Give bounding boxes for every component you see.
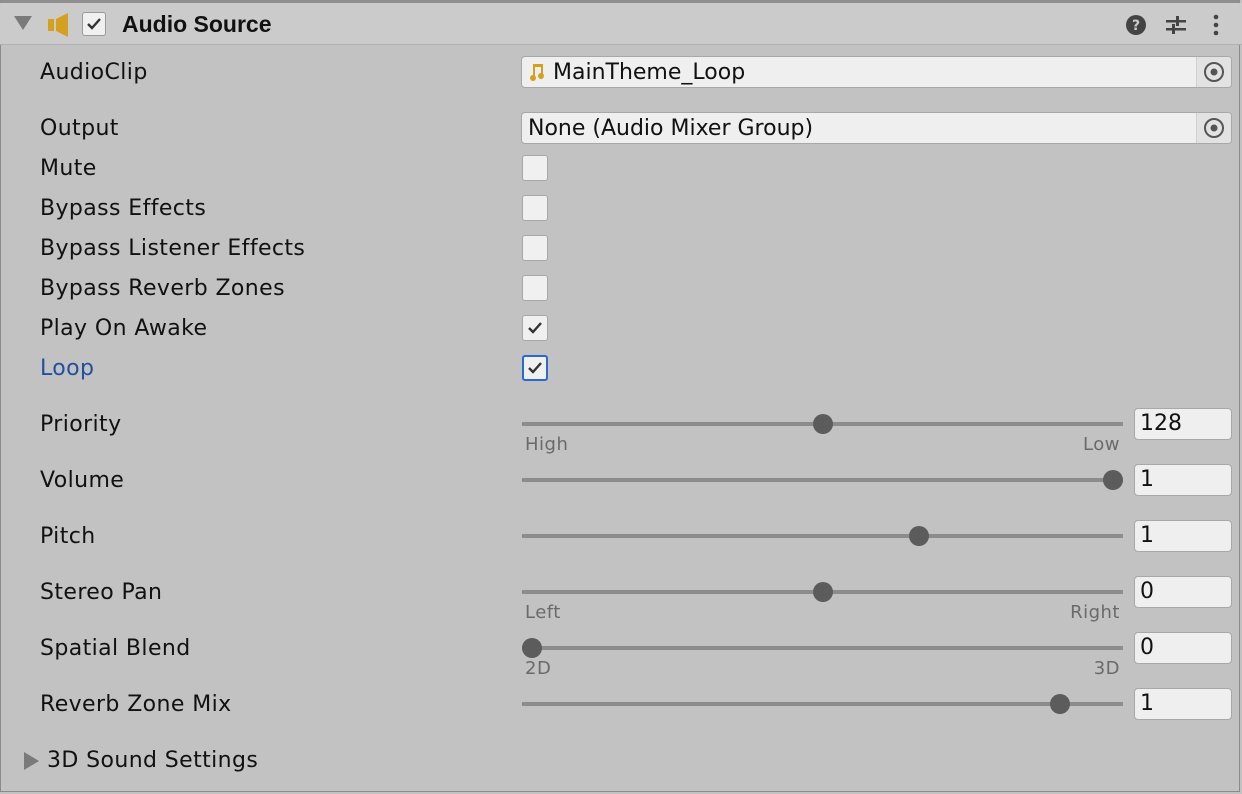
slider-min-label: 2D [525, 658, 552, 679]
svg-text:?: ? [1132, 18, 1140, 34]
bypass-reverb-zones-label: Bypass Reverb Zones [40, 276, 285, 301]
play-on-awake-checkbox[interactable] [522, 315, 548, 341]
stereo-pan-label: Stereo Pan [40, 580, 163, 605]
slider-min-label: Left [525, 602, 561, 623]
presets-icon[interactable] [1164, 13, 1188, 37]
bypass-listener-effects-checkbox[interactable] [522, 235, 548, 261]
mute-label: Mute [40, 156, 97, 181]
priority-label: Priority [40, 412, 122, 437]
priority-slider[interactable] [522, 414, 1123, 434]
output-value: None (Audio Mixer Group) [528, 116, 814, 141]
slider-thumb[interactable] [522, 638, 542, 658]
play-on-awake-label: Play On Awake [40, 316, 208, 341]
mute-checkbox[interactable] [522, 155, 548, 181]
target-icon [1204, 118, 1224, 138]
pitch-input[interactable]: 1 [1134, 520, 1232, 552]
target-icon [1204, 62, 1224, 82]
slider-max-label: Low [1083, 434, 1120, 455]
output-field[interactable]: None (Audio Mixer Group) [521, 112, 1232, 144]
expand-arrow-icon[interactable] [24, 752, 39, 770]
slider-thumb[interactable] [812, 414, 833, 434]
slider-thumb[interactable] [1103, 470, 1123, 490]
bypass-effects-checkbox[interactable] [522, 195, 548, 221]
slider-min-label: High [525, 434, 569, 455]
stereo-pan-input[interactable]: 0 [1134, 576, 1232, 608]
pitch-slider[interactable] [522, 526, 1123, 546]
slider-thumb[interactable] [812, 582, 833, 602]
bypass-effects-label: Bypass Effects [40, 196, 207, 221]
slider-max-label: Right [1070, 602, 1120, 623]
audioclip-field[interactable]: MainTheme_Loop [521, 56, 1232, 88]
spatial-blend-input[interactable]: 0 [1134, 632, 1232, 664]
reverb-zone-mix-label: Reverb Zone Mix [40, 692, 232, 717]
collapse-arrow-icon[interactable] [14, 16, 32, 30]
component-header[interactable]: Audio Source ? [0, 3, 1242, 45]
audioclip-value: MainTheme_Loop [553, 60, 746, 85]
help-icon[interactable]: ? [1124, 13, 1148, 37]
volume-input[interactable]: 1 [1134, 464, 1232, 496]
component-title: Audio Source [122, 11, 272, 37]
bypass-reverb-zones-checkbox[interactable] [522, 275, 548, 301]
reverb-zone-mix-input[interactable]: 1 [1134, 688, 1232, 720]
slider-max-label: 3D [1093, 658, 1120, 679]
checkmark-icon [87, 18, 101, 30]
reverb-zone-mix-slider[interactable] [522, 694, 1123, 714]
priority-input[interactable]: 128 [1134, 408, 1232, 440]
loop-checkbox[interactable] [522, 355, 548, 381]
audio-clip-icon [530, 64, 544, 81]
more-menu-icon[interactable] [1204, 13, 1228, 37]
object-picker-button[interactable] [1196, 57, 1231, 87]
loop-label: Loop [40, 356, 95, 381]
checkmark-icon [528, 362, 542, 374]
3d-sound-settings-foldout[interactable]: 3D Sound Settings [47, 748, 258, 773]
audio-source-icon [48, 13, 68, 37]
volume-label: Volume [40, 468, 125, 493]
spatial-blend-slider[interactable] [522, 638, 1123, 658]
volume-slider[interactable] [522, 470, 1123, 490]
pitch-label: Pitch [40, 524, 96, 549]
checkmark-icon [528, 322, 542, 334]
bypass-listener-effects-label: Bypass Listener Effects [40, 236, 306, 261]
object-picker-button[interactable] [1196, 113, 1231, 143]
stereo-pan-slider[interactable] [522, 582, 1123, 602]
spatial-blend-label: Spatial Blend [40, 636, 191, 661]
output-label: Output [40, 116, 119, 141]
audioclip-label: AudioClip [40, 60, 148, 85]
component-enabled-checkbox[interactable] [82, 12, 106, 36]
